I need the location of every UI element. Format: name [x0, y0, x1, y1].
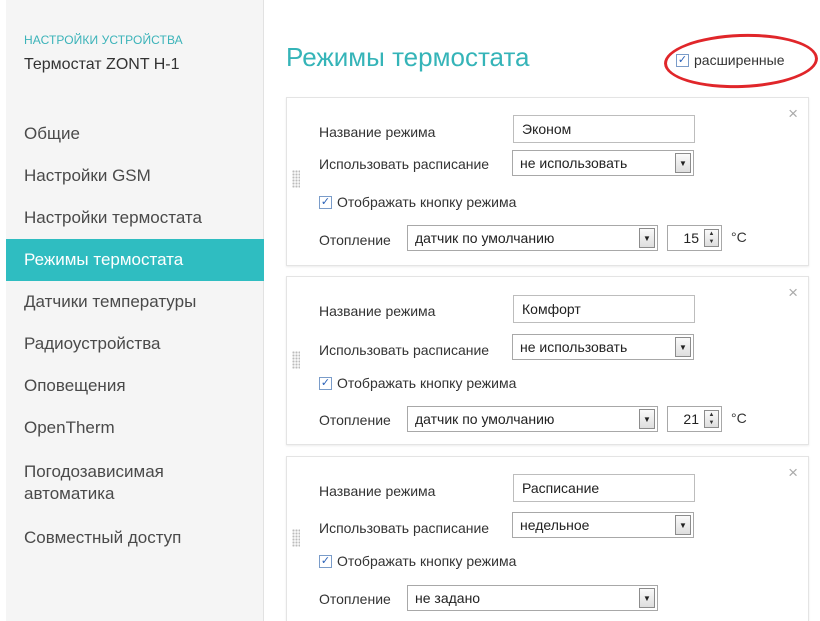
mode-name-label: Название режима	[319, 124, 436, 140]
check-icon: ✓	[320, 554, 331, 567]
close-icon[interactable]: ×	[788, 283, 798, 303]
spin-down-icon[interactable]: ▼	[709, 238, 715, 246]
show-button-label: Отображать кнопку режима	[337, 553, 517, 569]
close-icon[interactable]: ×	[788, 463, 798, 483]
temperature-stepper[interactable]: 15 ▲ ▼	[667, 225, 722, 251]
check-icon: ✓	[677, 53, 688, 66]
show-button-label: Отображать кнопку режима	[337, 375, 517, 391]
mode-name-label: Название режима	[319, 303, 436, 319]
spin-down-icon[interactable]: ▼	[709, 419, 715, 427]
sidebar-item-general[interactable]: Общие	[6, 113, 264, 155]
schedule-label: Использовать расписание	[319, 156, 490, 172]
sidebar-item-label: Оповещения	[24, 376, 126, 395]
sidebar-item-label: Погодозависимая автоматика	[24, 462, 164, 503]
sidebar-item-notifications[interactable]: Оповещения	[6, 365, 264, 407]
heating-select[interactable]: датчик по умолчанию ▼	[407, 406, 658, 432]
sidebar: НАСТРОЙКИ УСТРОЙСТВА Термостат ZONT H-1 …	[6, 0, 264, 621]
sidebar-item-label: Датчики температуры	[24, 292, 197, 311]
mode-name-input[interactable]: Расписание	[513, 474, 695, 502]
heating-select-value: не задано	[415, 590, 481, 606]
sidebar-item-weather-automation[interactable]: Погодозависимая автоматика	[6, 449, 264, 517]
sidebar-item-label: Настройки GSM	[24, 166, 151, 185]
chevron-down-icon[interactable]: ▼	[675, 515, 691, 535]
heating-select-value: датчик по умолчанию	[415, 230, 555, 246]
sidebar-item-thermostat-settings[interactable]: Настройки термостата	[6, 197, 264, 239]
page-title: Режимы термостата	[286, 42, 530, 72]
sidebar-item-label: OpenTherm	[24, 418, 115, 437]
show-button-toggle[interactable]: ✓ Отображать кнопку режима	[319, 375, 516, 391]
sidebar-item-label: Режимы термостата	[24, 250, 184, 269]
mode-name-label: Название режима	[319, 483, 436, 499]
schedule-select-value: не использовать	[520, 339, 628, 355]
sidebar-item-temperature-sensors[interactable]: Датчики температуры	[6, 281, 264, 323]
schedule-select[interactable]: недельное ▼	[512, 512, 694, 538]
sidebar-item-label: Общие	[24, 124, 80, 143]
sidebar-item-radio-devices[interactable]: Радиоустройства	[6, 323, 264, 365]
temperature-unit: °C	[731, 410, 747, 426]
advanced-label: расширенные	[694, 52, 785, 68]
temperature-value: 15	[683, 230, 699, 246]
heating-label: Отопление	[319, 591, 391, 607]
device-name: Термостат ZONT H-1	[24, 56, 180, 73]
schedule-label: Использовать расписание	[319, 520, 490, 536]
show-button-toggle[interactable]: ✓ Отображать кнопку режима	[319, 553, 516, 569]
schedule-label: Использовать расписание	[319, 342, 490, 358]
schedule-select-value: недельное	[520, 517, 590, 533]
close-icon[interactable]: ×	[788, 104, 798, 124]
chevron-down-icon[interactable]: ▼	[639, 588, 655, 608]
mode-card-econom: × Название режима Эконом Использовать ра…	[286, 97, 809, 266]
mode-card-comfort: × Название режима Комфорт Использовать р…	[286, 276, 809, 445]
sidebar-item-thermostat-modes[interactable]: Режимы термостата	[6, 239, 264, 281]
mode-name-input[interactable]: Комфорт	[513, 295, 695, 323]
spin-up-icon[interactable]: ▲	[709, 230, 715, 238]
show-button-checkbox[interactable]: ✓	[319, 376, 332, 390]
chevron-down-icon[interactable]: ▼	[675, 153, 691, 173]
show-button-toggle[interactable]: ✓ Отображать кнопку режима	[319, 194, 516, 210]
drag-handle-icon[interactable]	[292, 529, 300, 547]
heating-label: Отопление	[319, 232, 391, 248]
heating-select-value: датчик по умолчанию	[415, 411, 555, 427]
schedule-select[interactable]: не использовать ▼	[512, 334, 694, 360]
check-icon: ✓	[320, 376, 331, 389]
advanced-checkbox[interactable]: ✓	[676, 53, 689, 67]
sidebar-item-gsm[interactable]: Настройки GSM	[6, 155, 264, 197]
temperature-value: 21	[683, 411, 699, 427]
chevron-down-icon[interactable]: ▼	[639, 409, 655, 429]
spin-up-icon[interactable]: ▲	[709, 411, 715, 419]
show-button-checkbox[interactable]: ✓	[319, 195, 332, 209]
mode-card-schedule: × Название режима Расписание Использоват…	[286, 456, 809, 621]
sidebar-item-shared-access[interactable]: Совместный доступ	[6, 517, 264, 559]
sidebar-item-label: Настройки термостата	[24, 208, 202, 227]
check-icon: ✓	[320, 195, 331, 208]
spinner-icon[interactable]: ▲ ▼	[704, 229, 719, 247]
advanced-toggle[interactable]: ✓ расширенные	[676, 52, 785, 68]
drag-handle-icon[interactable]	[292, 170, 300, 188]
show-button-label: Отображать кнопку режима	[337, 194, 517, 210]
chevron-down-icon[interactable]: ▼	[675, 337, 691, 357]
show-button-checkbox[interactable]: ✓	[319, 554, 332, 568]
mode-name-input[interactable]: Эконом	[513, 115, 695, 143]
drag-handle-icon[interactable]	[292, 351, 300, 369]
heating-label: Отопление	[319, 412, 391, 428]
sidebar-section-label: НАСТРОЙКИ УСТРОЙСТВА	[24, 33, 183, 47]
sidebar-item-opentherm[interactable]: OpenTherm	[6, 407, 264, 449]
schedule-select[interactable]: не использовать ▼	[512, 150, 694, 176]
chevron-down-icon[interactable]: ▼	[639, 228, 655, 248]
sidebar-nav: Общие Настройки GSM Настройки термостата…	[6, 113, 264, 559]
temperature-unit: °C	[731, 229, 747, 245]
heating-select[interactable]: не задано ▼	[407, 585, 658, 611]
schedule-select-value: не использовать	[520, 155, 628, 171]
sidebar-item-label: Совместный доступ	[24, 528, 182, 547]
temperature-stepper[interactable]: 21 ▲ ▼	[667, 406, 722, 432]
spinner-icon[interactable]: ▲ ▼	[704, 410, 719, 428]
heating-select[interactable]: датчик по умолчанию ▼	[407, 225, 658, 251]
sidebar-item-label: Радиоустройства	[24, 334, 161, 353]
